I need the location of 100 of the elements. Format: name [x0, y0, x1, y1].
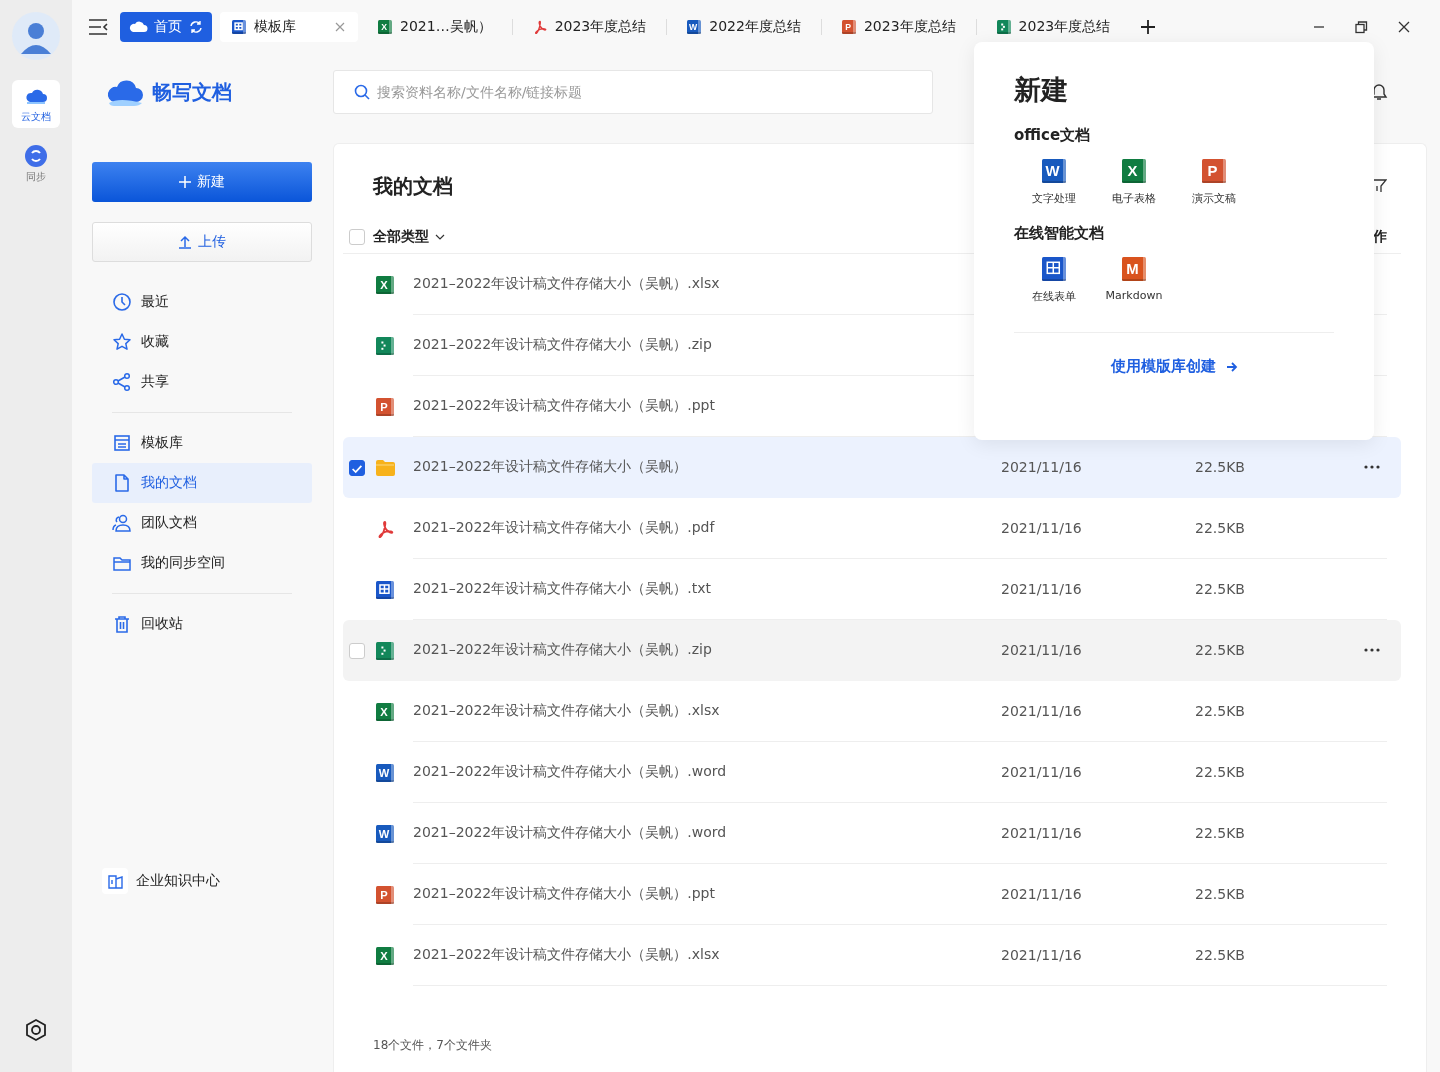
nav-item[interactable]: 回收站 — [92, 604, 312, 644]
tab[interactable]: 首页 — [120, 12, 212, 42]
search-icon — [354, 84, 370, 100]
nav-item[interactable]: 我的同步空间 — [92, 543, 312, 583]
file-row[interactable]: X 2021–2022年设计稿文件存储大小（吴帆）.xlsx 2021/11/16 22.5KB — [343, 681, 1401, 742]
trash-icon — [112, 614, 132, 634]
tab[interactable]: W 2022年度总结 — [675, 12, 813, 42]
nav-item[interactable]: 收藏 — [92, 322, 312, 362]
file-size: 22.5KB — [1195, 520, 1246, 536]
file-row[interactable]: 2021–2022年设计稿文件存储大小（吴帆） 2021/11/16 22.5KB — [343, 437, 1401, 498]
file-row[interactable]: 2021–2022年设计稿文件存储大小（吴帆）.pdf 2021/11/16 22.5KB — [343, 498, 1401, 559]
checkbox[interactable] — [349, 459, 365, 476]
file-size: 22.5KB — [1195, 581, 1246, 597]
refresh-icon[interactable] — [188, 19, 204, 35]
file-name[interactable]: 2021–2022年设计稿文件存储大小（吴帆）.word — [413, 824, 1001, 842]
file-name[interactable]: 2021–2022年设计稿文件存储大小（吴帆）.word — [413, 763, 1001, 781]
file-size: 22.5KB — [1195, 459, 1246, 475]
new-button[interactable]: 新建 — [92, 162, 312, 202]
more-icon[interactable] — [1363, 464, 1381, 470]
file-size: 22.5KB — [1195, 703, 1246, 719]
document-icon: W — [1042, 159, 1066, 183]
archive-icon — [996, 20, 1011, 34]
tab[interactable]: 模板库 — [220, 12, 358, 42]
add-tab-icon[interactable] — [1140, 19, 1157, 35]
folder-icon — [375, 457, 395, 478]
document-icon — [112, 473, 132, 493]
presentation-icon: P — [376, 397, 394, 416]
file-row[interactable]: W 2021–2022年设计稿文件存储大小（吴帆）.word 2021/11/16 22.5KB — [343, 803, 1401, 864]
file-name[interactable]: 2021–2022年设计稿文件存储大小（吴帆）.pdf — [413, 519, 1001, 537]
new-item[interactable]: M Markdown — [1094, 257, 1174, 304]
table-icon — [376, 580, 394, 599]
new-item[interactable]: W 文字处理 — [1014, 159, 1094, 206]
document-icon: W — [376, 824, 394, 843]
building-icon — [106, 872, 124, 890]
file-date: 2021/11/16 — [1001, 886, 1083, 902]
file-row[interactable]: 2021–2022年设计稿文件存储大小（吴帆）.zip 2021/11/16 22.5KB — [343, 620, 1401, 681]
close-icon[interactable] — [1398, 21, 1410, 33]
file-date: 2021/11/16 — [1001, 947, 1083, 963]
upload-icon — [178, 235, 192, 249]
document-icon: W — [687, 20, 702, 34]
archive-icon — [376, 336, 394, 355]
more-icon[interactable] — [1363, 647, 1381, 653]
plus-icon — [179, 176, 191, 188]
file-date: 2021/11/16 — [1001, 825, 1083, 841]
restore-icon[interactable] — [1355, 20, 1368, 34]
share-icon — [112, 372, 132, 392]
spreadsheet-icon: X — [378, 20, 392, 34]
spreadsheet-icon: X — [376, 275, 394, 294]
app-name: 畅写文档 — [152, 78, 232, 106]
new-item[interactable]: P 演示文稿 — [1174, 159, 1254, 206]
template-link[interactable]: 使用模版库创建 — [1110, 357, 1238, 376]
file-date: 2021/11/16 — [1001, 520, 1083, 536]
nav-item[interactable]: 共享 — [92, 362, 312, 402]
rail-item[interactable]: 同步 — [12, 140, 60, 188]
file-row[interactable]: P 2021–2022年设计稿文件存储大小（吴帆）.ppt 2021/11/16 22.5KB — [343, 864, 1401, 925]
nav-item[interactable]: 我的文档 — [92, 463, 312, 503]
file-name[interactable]: 2021–2022年设计稿文件存储大小（吴帆）.txt — [413, 580, 1001, 598]
markdown-icon: M — [1122, 257, 1146, 281]
type-filter[interactable]: 全部类型 — [373, 227, 445, 246]
file-name[interactable]: 2021–2022年设计稿文件存储大小（吴帆）.ppt — [413, 885, 1001, 903]
file-name[interactable]: 2021–2022年设计稿文件存储大小（吴帆）.xlsx — [413, 946, 1001, 964]
new-item[interactable]: 在线表单 — [1014, 257, 1094, 304]
file-size: 22.5KB — [1195, 825, 1246, 841]
settings-icon[interactable] — [24, 1018, 48, 1042]
tab[interactable]: 2023年度总结 — [984, 12, 1123, 42]
nav-item[interactable]: 最近 — [92, 282, 312, 322]
spreadsheet-icon: X — [376, 702, 394, 721]
tab[interactable]: X 2021…吴帆） — [366, 12, 504, 42]
popup-title: 新建 — [1014, 73, 1069, 107]
filter-icon[interactable] — [1371, 178, 1387, 194]
avatar — [12, 12, 60, 60]
enterprise-link[interactable]: 企业知识中心 — [92, 868, 312, 894]
nav-item[interactable]: 团队文档 — [92, 503, 312, 543]
presentation-icon: P — [1202, 159, 1226, 183]
nav-item[interactable]: 模板库 — [92, 423, 312, 463]
file-date: 2021/11/16 — [1001, 459, 1083, 475]
file-name[interactable]: 2021–2022年设计稿文件存储大小（吴帆） — [413, 458, 1001, 476]
file-count: 18个文件，7个文件夹 — [372, 1037, 493, 1054]
file-size: 22.5KB — [1195, 947, 1246, 963]
file-name[interactable]: 2021–2022年设计稿文件存储大小（吴帆）.zip — [413, 641, 1001, 659]
file-row[interactable]: W 2021–2022年设计稿文件存储大小（吴帆）.word 2021/11/16 22.5KB — [343, 742, 1401, 803]
file-size: 22.5KB — [1195, 642, 1246, 658]
new-item[interactable]: X 电子表格 — [1094, 159, 1174, 206]
file-date: 2021/11/16 — [1001, 581, 1083, 597]
clock-icon — [112, 292, 132, 312]
section-title: office文档 — [1014, 126, 1092, 145]
template-icon — [112, 433, 132, 453]
file-size: 22.5KB — [1195, 886, 1246, 902]
upload-button[interactable]: 上传 — [92, 222, 312, 262]
file-name[interactable]: 2021–2022年设计稿文件存储大小（吴帆）.xlsx — [413, 702, 1001, 720]
menu-icon[interactable] — [88, 17, 108, 37]
file-size: 22.5KB — [1195, 764, 1246, 780]
tab[interactable]: P 2023年度总结 — [829, 12, 968, 42]
presentation-icon: P — [841, 20, 856, 34]
search-field[interactable]: 搜索资料名称/文件名称/链接标题 — [333, 70, 933, 114]
file-date: 2021/11/16 — [1001, 642, 1083, 658]
tab[interactable]: 2023年度总结 — [520, 12, 659, 42]
rail-item[interactable]: 云文档 — [12, 80, 60, 128]
file-row[interactable]: X 2021–2022年设计稿文件存储大小（吴帆）.xlsx 2021/11/16 22.5KB — [343, 925, 1401, 986]
table-icon — [232, 20, 246, 34]
